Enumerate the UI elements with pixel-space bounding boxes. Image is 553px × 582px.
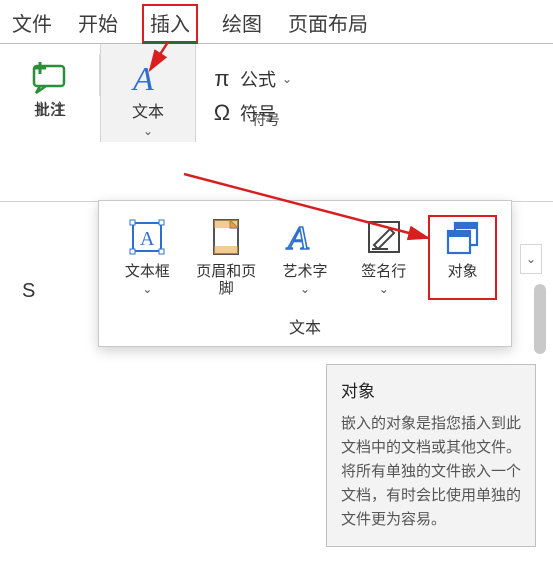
text-label: 文本 bbox=[132, 103, 164, 122]
equation-button[interactable]: π 公式 ⌄ bbox=[210, 62, 322, 96]
tab-file[interactable]: 文件 bbox=[10, 4, 54, 43]
group-symbols: π 公式 ⌄ Ω 符号 符号 bbox=[196, 44, 336, 134]
textbox-button[interactable]: A 文本框 ⌄ bbox=[113, 215, 182, 300]
tab-home[interactable]: 开始 bbox=[76, 4, 120, 43]
dropdown-group-title: 文本 bbox=[113, 314, 497, 338]
tab-layout[interactable]: 页面布局 bbox=[286, 4, 370, 43]
object-tooltip: 对象 嵌入的对象是指您插入到此文档中的文档或其他文件。将所有单独的文件嵌入一个文… bbox=[326, 364, 536, 547]
textbox-icon: A bbox=[127, 217, 167, 257]
group-comments-title: 批注 bbox=[0, 100, 100, 120]
svg-text:A: A bbox=[286, 220, 309, 257]
wordart-label: 艺术字 bbox=[282, 263, 327, 280]
textbox-label: 文本框 bbox=[125, 263, 170, 280]
name-box[interactable]: S bbox=[22, 280, 35, 303]
object-button[interactable]: 对象 bbox=[428, 215, 497, 300]
ribbon-overflow-button[interactable]: ⌄ bbox=[520, 244, 542, 274]
pi-icon: π bbox=[210, 66, 234, 92]
chevron-down-icon: ⌄ bbox=[143, 124, 153, 138]
header-footer-button[interactable]: 页眉和页脚 bbox=[192, 215, 261, 300]
tab-insert[interactable]: 插入 bbox=[142, 4, 198, 44]
header-footer-icon bbox=[206, 217, 246, 257]
group-symbols-title: 符号 bbox=[196, 110, 336, 130]
signature-line-button[interactable]: 签名行 ⌄ bbox=[349, 215, 418, 300]
group-comments: 批注 批注 bbox=[0, 44, 100, 124]
chevron-down-icon: ⌄ bbox=[282, 72, 292, 86]
wordart-button[interactable]: A 艺术字 ⌄ bbox=[271, 215, 340, 300]
comment-icon bbox=[30, 56, 70, 99]
chevron-down-icon: ⌄ bbox=[300, 282, 310, 296]
tooltip-title: 对象 bbox=[341, 377, 521, 402]
object-icon bbox=[443, 217, 483, 257]
wordart-icon: A bbox=[285, 217, 325, 257]
vertical-scrollbar[interactable] bbox=[534, 284, 546, 354]
object-label: 对象 bbox=[448, 263, 478, 280]
signature-icon bbox=[364, 217, 404, 257]
text-icon: A bbox=[128, 58, 168, 101]
svg-text:A: A bbox=[131, 61, 154, 98]
group-text: A 文本 ⌄ bbox=[100, 44, 196, 142]
equation-label: 公式 bbox=[240, 66, 276, 92]
signature-label: 签名行 bbox=[361, 263, 406, 280]
chevron-down-icon: ⌄ bbox=[526, 252, 536, 266]
svg-text:A: A bbox=[140, 228, 155, 250]
tab-draw[interactable]: 绘图 bbox=[220, 4, 264, 43]
chevron-down-icon: ⌄ bbox=[379, 282, 389, 296]
text-dropdown-panel: A 文本框 ⌄ 页眉和页脚 A 艺术字 bbox=[98, 200, 512, 347]
tooltip-body: 嵌入的对象是指您插入到此文档中的文档或其他文件。将所有单独的文件嵌入一个文档，有… bbox=[341, 412, 521, 532]
header-footer-label: 页眉和页脚 bbox=[194, 263, 259, 298]
ribbon: 批注 批注 A 文本 ⌄ π 公式 ⌄ Ω 符号 符号 bbox=[0, 44, 553, 202]
text-dropdown-button[interactable]: A 文本 ⌄ bbox=[115, 56, 181, 138]
tab-bar: 文件 开始 插入 绘图 页面布局 bbox=[0, 0, 553, 44]
chevron-down-icon: ⌄ bbox=[142, 282, 152, 296]
